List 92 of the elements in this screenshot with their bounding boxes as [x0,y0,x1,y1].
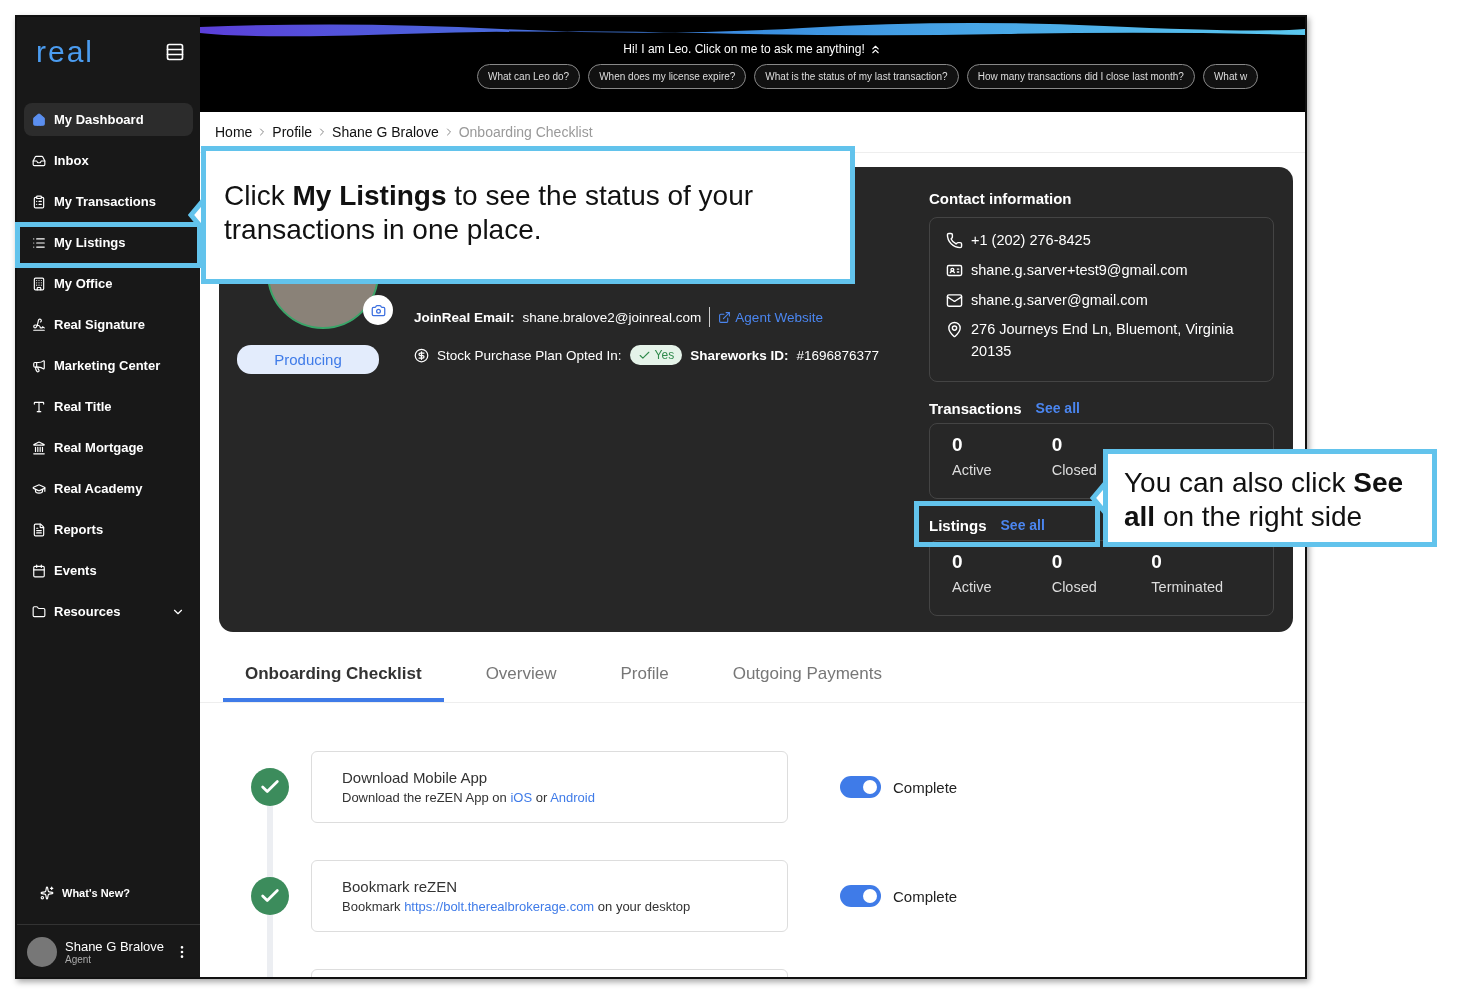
checklist-description: Bookmark https://bolt.therealbrokerage.com on your desktop [342,899,692,914]
description-link[interactable]: Android [550,790,595,805]
checklist-description: Download the reZEN App on iOS or Android [342,790,596,805]
nav-icon [32,317,46,332]
sparkles-icon [40,886,54,900]
nav-icon [32,358,46,373]
shareworks-label: Shareworks ID: [690,347,789,363]
description-link[interactable]: iOS [510,790,533,805]
user-role: Agent [65,954,93,965]
callout: Click My Listings to see the status of your transactions in one place. [201,146,855,284]
nav-icon [32,481,46,496]
contact-text: shane.g.sarver@gmail.com [971,290,1148,310]
nav-item[interactable]: Real Academy [24,472,193,505]
nav-icon [32,440,46,455]
phone-icon [946,232,963,249]
nav-icon [32,194,46,209]
yes-badge: Yes [629,345,683,365]
suggestion-chip[interactable]: When does my license expire? [588,64,747,89]
user-name: Shane G Bralove [65,939,165,954]
nav-icon [32,604,46,619]
nav-icon [32,563,46,578]
status-label: Complete [893,887,958,905]
toggle-switch[interactable] [840,776,881,798]
nav-item[interactable]: Marketing Center [24,349,193,382]
breadcrumb-link[interactable]: Shane G Bralove [332,124,439,140]
menu-icon[interactable] [165,42,185,62]
nav-item[interactable]: My Listings [24,226,193,259]
avatar [27,937,57,967]
nav-icon [32,276,46,291]
breadcrumb-link[interactable]: Home [215,124,253,140]
checklist-title: Bookmark reZEN [342,878,459,895]
breadcrumb-link[interactable]: Profile [272,124,313,140]
stat-count: 0 [1151,551,1162,573]
callout: You can also click See all on the right side [1103,449,1437,547]
logo[interactable]: real [36,35,95,69]
section-title: Contact information [929,189,1072,207]
tab[interactable]: Onboarding Checklist [223,650,444,702]
nav-item[interactable]: Resources [24,595,193,628]
mail-icon [946,291,963,309]
contact-text: 276 Journeys End Ln, Bluemont, Virginia 20135 [971,320,1235,361]
see-all-link[interactable]: See all [1035,400,1080,416]
section-title: Transactions [929,399,1022,417]
suggestion-chip[interactable]: What w [1202,64,1259,89]
agent-website-link[interactable]: Agent Website [718,309,823,325]
nav-item[interactable]: My Dashboard [24,103,193,136]
whats-new-link[interactable]: What's New? [62,887,130,899]
camera-button[interactable] [363,295,393,325]
stat-count: 0 [952,434,963,456]
nav-icon [32,112,46,127]
suggestion-chip[interactable]: What is the status of my last transaction? [754,64,959,89]
nav-item[interactable]: Real Signature [24,308,193,341]
suggestion-chip[interactable]: What can Leo do? [477,64,581,89]
nav-item[interactable]: Inbox [24,144,193,177]
contact-text: +1 (202) 276-8425 [971,231,1091,250]
stat-count: 0 [952,551,963,573]
nav-icon [32,153,46,168]
stat-label: Closed [1051,462,1097,478]
contact-text: shane.g.sarver+test9@gmail.com [971,260,1188,280]
tab[interactable]: Profile [598,650,691,702]
status-label: Complete [893,778,958,796]
status-badge: Producing [237,345,379,374]
checklist-title: Download Mobile App [342,769,489,786]
nav-icon [32,522,46,537]
dollar-icon [414,347,429,363]
nav-icon [32,399,46,414]
email-value: shane.bralove2@joinreal.com [522,309,702,325]
section-title: Listings [929,516,987,534]
email-label: JoinReal Email: [414,309,515,325]
suggestion-chip[interactable]: How many transactions did I close last month? [966,64,1195,89]
tab[interactable]: Overview [463,650,579,702]
see-all-link[interactable]: See all [1000,517,1045,533]
stat-label: Active [952,579,992,595]
stat-count: 0 [1051,551,1063,573]
assistant-prompt[interactable]: Hi! I am Leo. Click on me to ask me anything! [623,42,865,56]
stock-plan-label: Stock Purchase Plan Opted In: [437,347,622,363]
stat-label: Closed [1051,579,1097,595]
nav-item[interactable]: My Office [24,267,193,300]
stat-count: 0 [1051,434,1063,456]
nav-item[interactable]: Reports [24,513,193,546]
nav-icon [32,235,46,250]
external-link-icon [718,310,732,324]
tab[interactable]: Outgoing Payments [710,650,904,702]
camera-icon [370,302,386,318]
map-pin-icon [946,321,963,339]
shareworks-id: #1696876377 [796,347,880,363]
nav-item[interactable]: Events [24,554,193,587]
toggle-switch[interactable] [840,885,881,907]
stat-label: Active [952,462,992,478]
description-link[interactable]: https://bolt.therealbrokerage.com [404,899,595,914]
stat-label: Terminated [1151,579,1224,595]
nav-item[interactable]: Real Title [24,390,193,423]
nav-item[interactable]: Real Mortgage [24,431,193,464]
